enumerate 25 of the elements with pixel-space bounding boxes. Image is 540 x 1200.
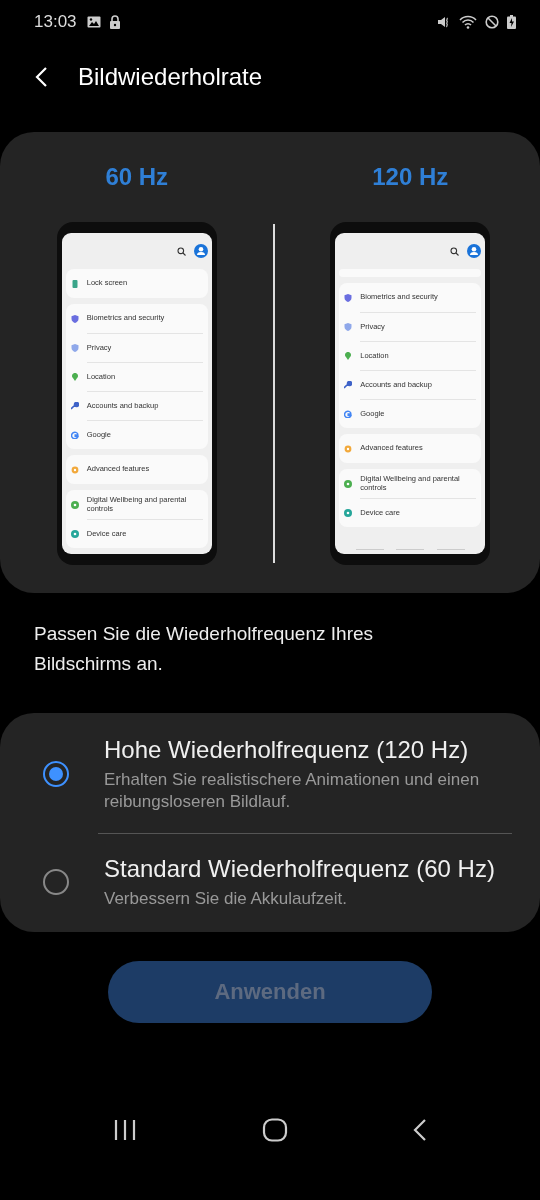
option-description: Verbessern Sie die Akkulaufzeit. [104,888,348,910]
option-title: Hohe Wiederholfrequenz (120 Hz) [104,735,470,765]
back-button[interactable] [34,66,48,88]
recents-icon[interactable] [112,1119,138,1141]
home-icon[interactable] [262,1118,288,1142]
back-icon[interactable] [412,1118,428,1142]
status-time: 13:03 [34,12,77,32]
option-description: Erhalten Sie realistischere Animationen und einen reibungsloseren Bildlauf. [104,769,481,813]
radio-button[interactable] [43,761,69,787]
wifi-icon [459,15,477,29]
lock-icon [108,15,121,29]
radio-button[interactable] [43,869,69,895]
search-icon [176,246,186,256]
battery-icon [507,15,516,29]
option-title: Standard Wiederholfrequenz (60 Hz) [104,854,496,884]
image-icon [86,16,101,28]
search-icon [450,246,460,256]
block-icon [485,15,499,29]
avatar-icon [193,244,208,258]
avatar-icon [467,244,482,258]
page-title: Bildwiederholrate [78,63,263,91]
refresh-rate-label: 120 Hz [372,162,449,192]
mute-icon [437,15,451,29]
refresh-rate-label: 60 Hz [105,162,169,192]
description-text: Passen Sie die Wiederholfrequenz Ihres Bildschirms an. [34,622,375,676]
